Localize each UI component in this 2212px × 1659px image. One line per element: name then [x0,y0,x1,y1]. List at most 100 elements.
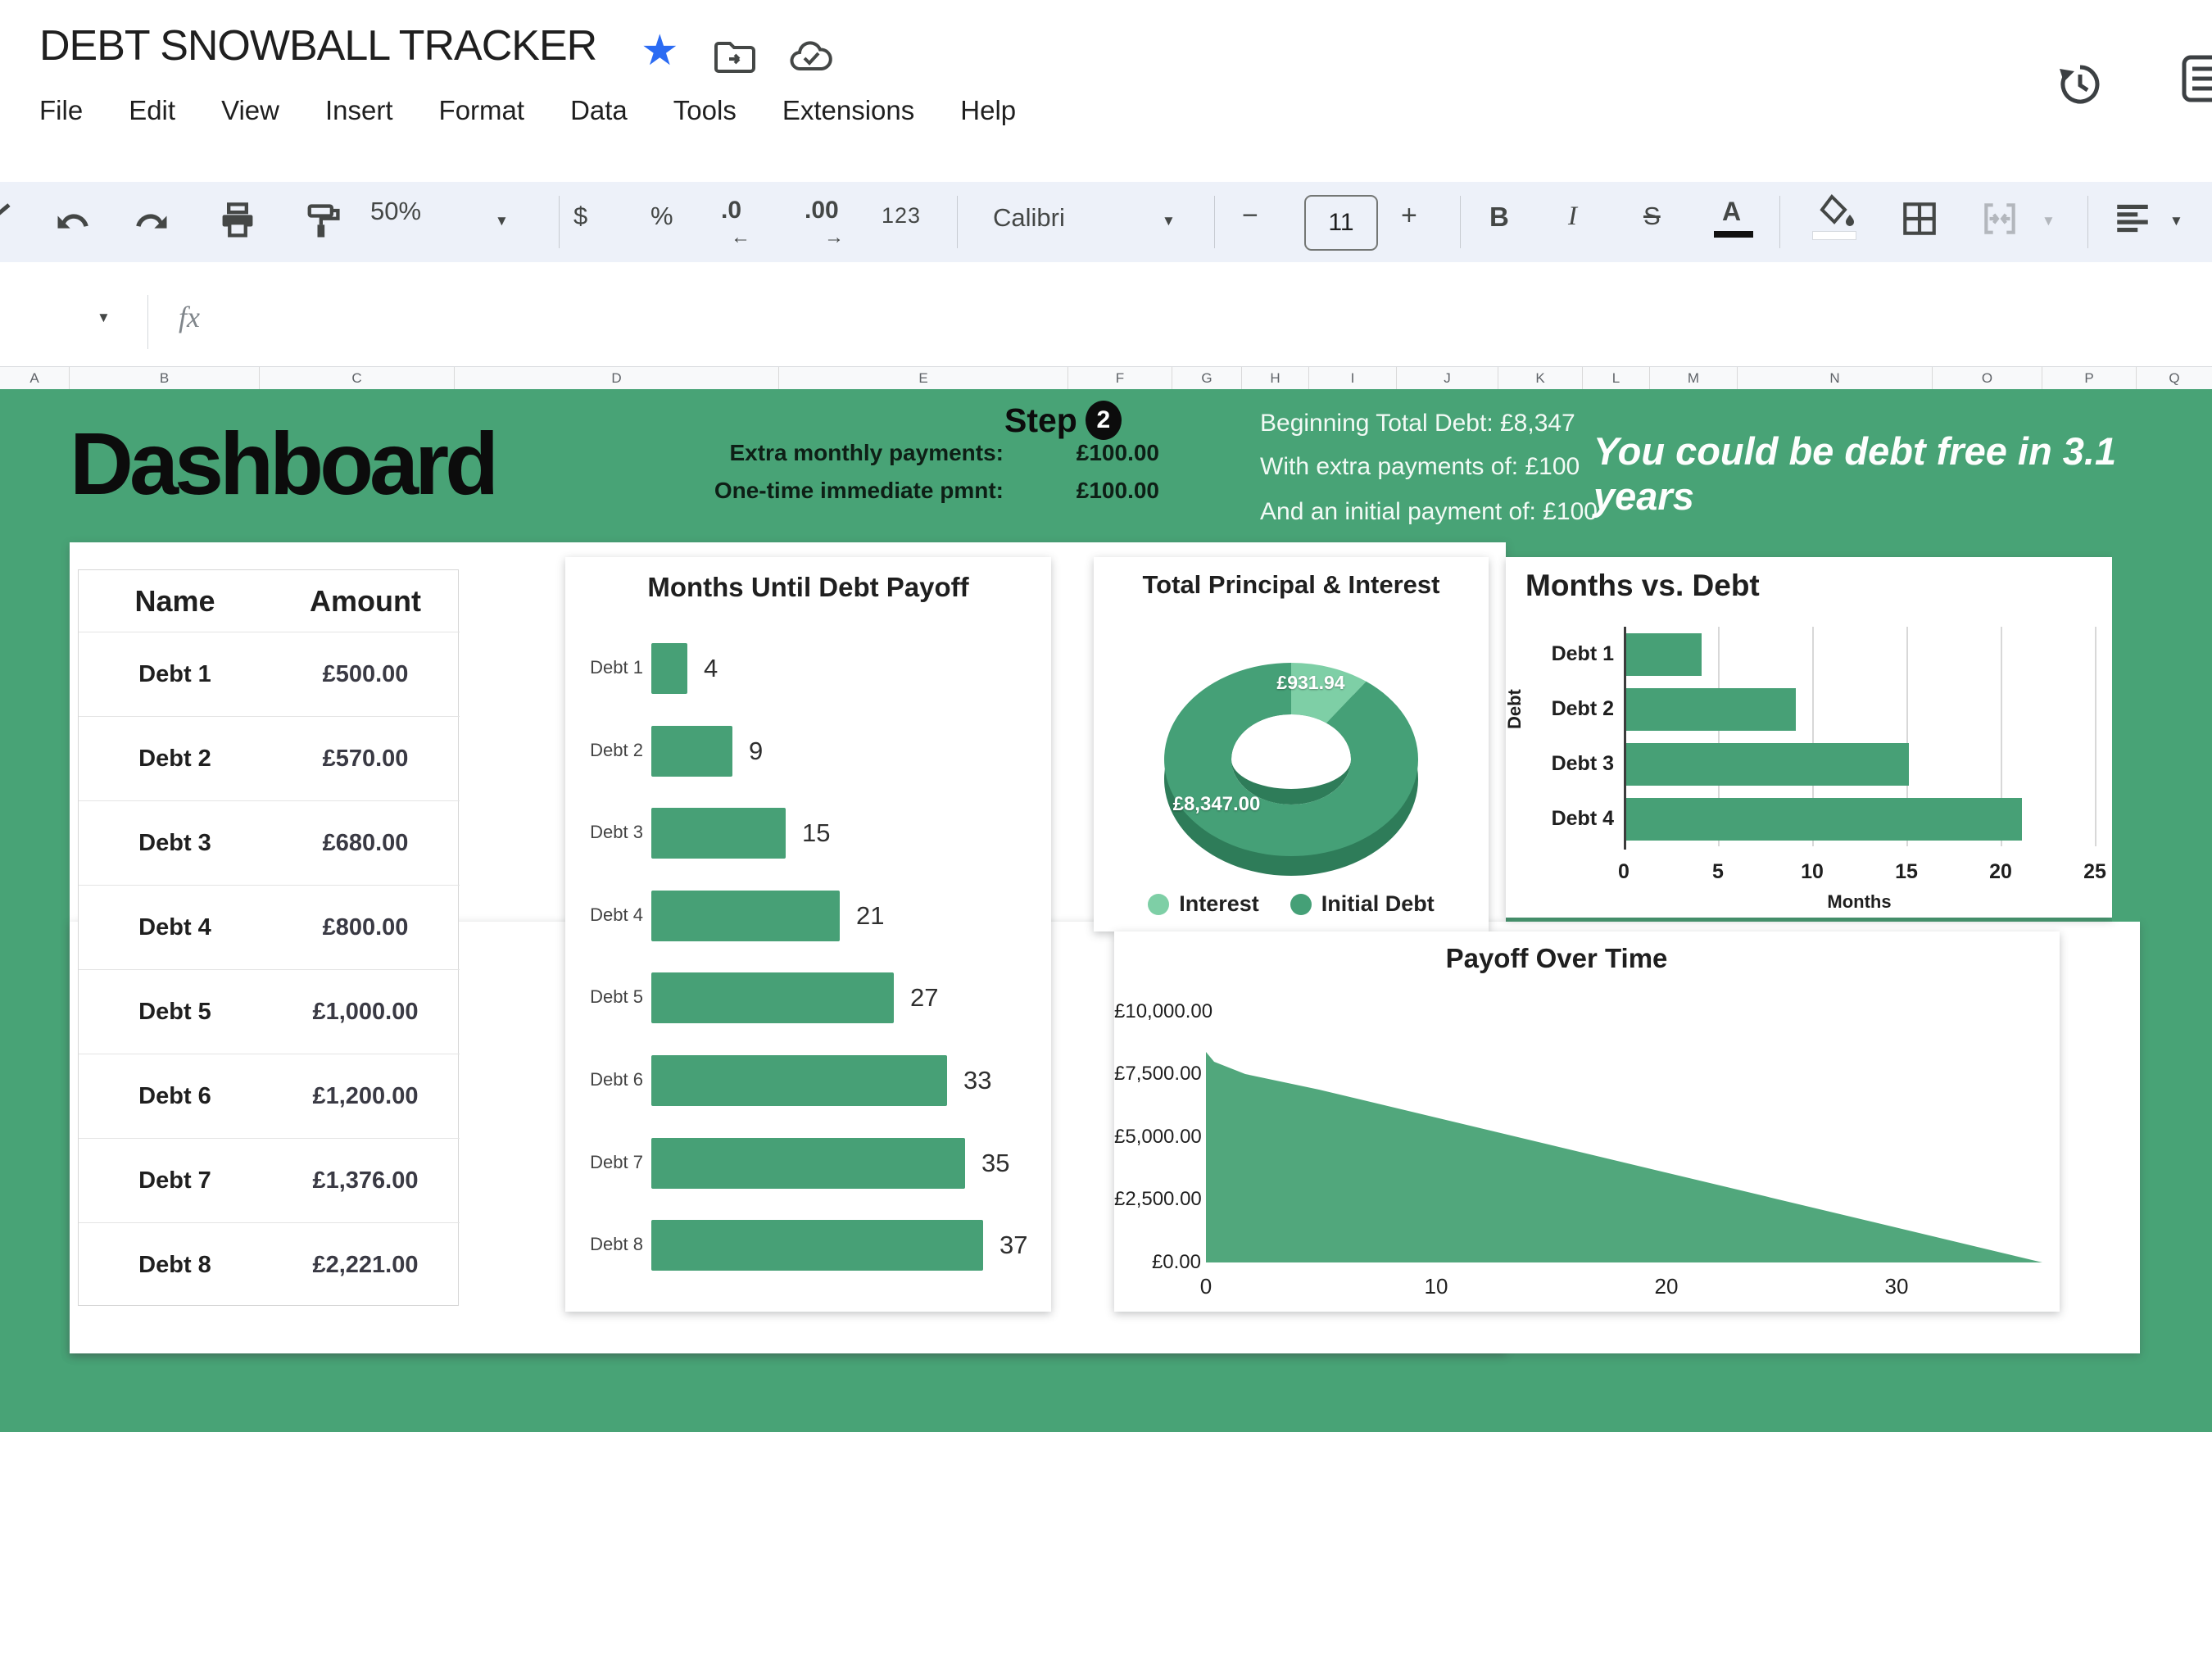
x-tick: 25 [2083,860,2106,883]
formula-input[interactable] [221,290,2187,354]
format-currency-button[interactable]: $ [573,202,587,231]
increase-font-size-button[interactable]: + [1401,200,1417,232]
fx-icon: fx [179,301,200,333]
col-header-h[interactable]: H [1242,367,1309,389]
col-header-p[interactable]: P [2042,367,2137,389]
table-row[interactable]: Debt 4 £800.00 [79,885,460,970]
font-family-select[interactable]: Calibri [993,203,1065,233]
col-header-n[interactable]: N [1738,367,1933,389]
col-header-k[interactable]: K [1498,367,1583,389]
menu-format[interactable]: Format [439,95,525,126]
col-header-l[interactable]: L [1583,367,1650,389]
paint-format-icon[interactable] [301,200,344,243]
name-box-caret-icon[interactable]: ▼ [97,310,111,326]
table-row[interactable]: Debt 5 £1,000.00 [79,969,460,1054]
table-row[interactable]: Debt 3 £680.00 [79,800,460,886]
menu-edit[interactable]: Edit [129,95,175,126]
increase-decimals-button[interactable]: .00 [805,197,839,224]
document-title[interactable]: DEBT SNOWBALL TRACKER [39,21,597,70]
borders-icon[interactable] [1899,198,1940,239]
cloud-saved-icon[interactable] [788,36,834,75]
toolbar-overflow-icon[interactable] [0,203,11,220]
redo-icon[interactable] [129,200,172,243]
y-tick: £0.00 [1151,1251,1201,1273]
decrease-decimals-button[interactable]: .0 [721,197,741,224]
y-tick: £2,500.00 [1114,1188,1202,1210]
bar-label: Debt 7 [590,1152,643,1172]
chart-months-until-payoff[interactable]: Months Until Debt Payoff Debt 1 4 Debt 2… [565,557,1051,1312]
x-tick: 5 [1712,860,1724,883]
col-header-m[interactable]: M [1650,367,1738,389]
decrease-decimals-arrow-icon: ← [731,226,750,248]
fill-color-icon[interactable] [1815,193,1858,229]
chart-principal-interest[interactable]: Total Principal & Interest £931.94 £8,34… [1094,557,1489,931]
col-header-i[interactable]: I [1309,367,1397,389]
menu-extensions[interactable]: Extensions [782,95,914,126]
debt-free-headline: You could be debt free in 3.1 years [1593,429,2117,518]
col-header-e[interactable]: E [779,367,1068,389]
menu-insert[interactable]: Insert [325,95,393,126]
reading-list-icon[interactable] [2181,54,2212,105]
col-header-c[interactable]: C [260,367,455,389]
bar [651,891,840,941]
horizontal-align-icon[interactable] [2112,198,2153,239]
menu-view[interactable]: View [221,95,279,126]
format-percent-button[interactable]: % [650,202,673,231]
menu-help[interactable]: Help [960,95,1016,126]
print-icon[interactable] [216,200,259,243]
bar-label: Debt 5 [590,986,643,1007]
bar-value: 9 [749,737,764,765]
x-tick: 10 [1424,1274,1448,1299]
bar-label: Debt 8 [590,1234,643,1254]
bar-label: Debt 3 [1551,752,1614,775]
col-header-j[interactable]: J [1397,367,1498,389]
menu-tools[interactable]: Tools [673,95,737,126]
menu-data[interactable]: Data [570,95,628,126]
zoom-control[interactable]: 50% [370,197,421,226]
menu-file[interactable]: File [39,95,83,126]
one-time-payment-value[interactable]: £100.00 [1028,478,1159,504]
move-folder-icon[interactable] [714,36,757,75]
font-size-input[interactable]: 11 [1304,195,1378,251]
bar-label: Debt 1 [1551,642,1614,665]
x-tick: 0 [1199,1274,1213,1299]
debt-table-header-amount[interactable]: Amount [271,570,460,632]
text-color-button[interactable]: A [1722,197,1741,227]
version-history-icon[interactable] [2056,61,2104,108]
chart-title: Payoff Over Time [1445,943,1668,973]
table-row[interactable]: Debt 6 £1,200.00 [79,1054,460,1139]
col-header-a[interactable]: A [0,367,70,389]
undo-icon[interactable] [52,200,95,243]
col-header-g[interactable]: G [1172,367,1242,389]
col-header-b[interactable]: B [70,367,260,389]
debt-table-header-name[interactable]: Name [79,570,271,632]
table-row[interactable]: Debt 8 £2,221.00 [79,1222,460,1307]
step-number-badge: 2 [1085,401,1122,440]
bar [651,972,894,1023]
legend-dot-initial-debt [1290,893,1312,915]
chart-months-vs-debt[interactable]: Months vs. Debt Debt 1 Debt 2 Debt 3 Deb… [1504,557,2112,918]
col-header-d[interactable]: D [455,367,779,389]
col-header-o[interactable]: O [1933,367,2042,389]
font-family-caret-icon[interactable]: ▼ [1162,213,1176,229]
table-row[interactable]: Debt 7 £1,376.00 [79,1138,460,1223]
merge-cells-icon[interactable] [1979,198,2020,239]
col-header-q[interactable]: Q [2137,367,2212,389]
align-caret-icon[interactable]: ▼ [2169,213,2183,229]
strikethrough-button[interactable]: S [1643,202,1661,231]
decrease-font-size-button[interactable]: − [1242,200,1258,232]
x-tick: 15 [1895,860,1918,883]
zoom-caret-icon[interactable]: ▼ [495,213,509,229]
extra-monthly-payments-value[interactable]: £100.00 [1028,440,1159,466]
italic-button[interactable]: I [1568,202,1577,232]
bold-button[interactable]: B [1489,202,1509,233]
star-icon[interactable]: ★ [641,29,679,72]
bar-label: Debt 3 [590,822,643,842]
fill-color-swatch [1812,231,1856,240]
table-row[interactable]: Debt 1 £500.00 [79,632,460,717]
table-row[interactable]: Debt 2 £570.00 [79,716,460,801]
more-formats-button[interactable]: 123 [882,203,921,229]
chart-payoff-over-time[interactable]: Payoff Over Time £10,000.00 £7,500.00 £5… [1114,931,2060,1312]
bar [1626,743,1909,786]
col-header-f[interactable]: F [1068,367,1172,389]
